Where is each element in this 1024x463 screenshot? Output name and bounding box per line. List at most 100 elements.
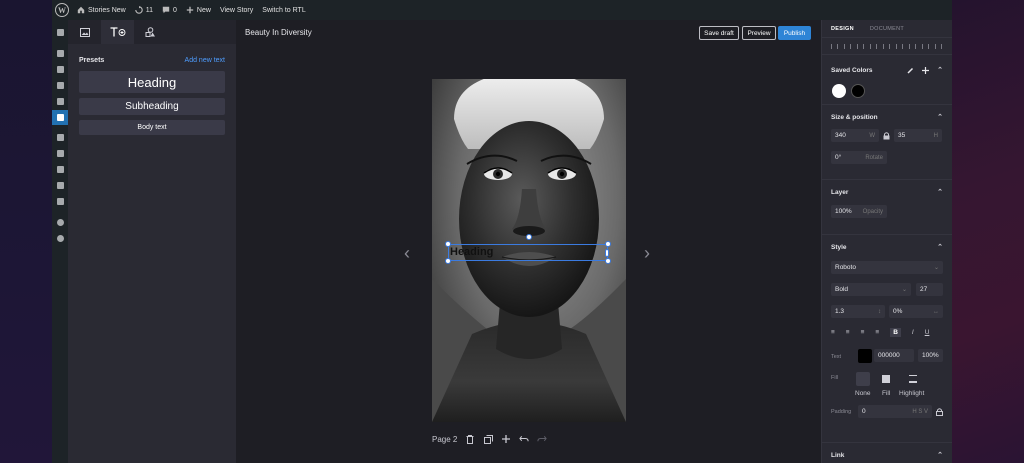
settings-icon[interactable] [55, 196, 65, 206]
fill-highlight-option[interactable] [909, 375, 917, 383]
resize-handle-top-right[interactable] [605, 241, 611, 247]
text-align-center-icon[interactable]: ≡ [846, 329, 850, 336]
appearance-icon[interactable] [55, 132, 65, 142]
updates-link[interactable]: 11 [134, 6, 153, 14]
view-story-link[interactable]: View Story [220, 7, 253, 14]
style-title: Style [831, 243, 847, 251]
width-field[interactable]: 340 W [831, 129, 879, 142]
eyedropper-icon[interactable] [907, 67, 914, 74]
tools-icon[interactable] [55, 180, 65, 190]
resize-handle-top-left[interactable] [445, 241, 451, 247]
selected-text-element[interactable]: Heading [450, 246, 493, 258]
letter-spacing-field[interactable]: 0% ↔ [889, 305, 943, 318]
rotate-field[interactable]: 0° Rotate [831, 151, 887, 164]
resize-handle-bottom-left[interactable] [445, 258, 451, 264]
collapse-menu-icon[interactable] [55, 233, 65, 243]
collapse-chevron-icon[interactable]: ⌃ [937, 451, 943, 459]
fill-fill-option[interactable] [882, 375, 890, 383]
add-page-icon[interactable] [501, 434, 511, 444]
text-add-icon [110, 27, 125, 37]
collapse-chevron-icon[interactable]: ⌃ [937, 113, 943, 121]
text-align-left-icon[interactable]: ≡ [831, 329, 835, 336]
lock-padding-icon[interactable] [936, 408, 943, 416]
preset-heading[interactable]: Heading [79, 71, 225, 93]
site-name-link[interactable]: Stories New [77, 6, 126, 14]
saved-color-white[interactable] [832, 84, 846, 98]
tab-media[interactable] [68, 20, 101, 44]
preset-body-text[interactable]: Body text [79, 120, 225, 135]
next-page-arrow[interactable]: › [644, 243, 650, 264]
font-family-select[interactable]: Roboto ⌄ [831, 261, 943, 274]
users-icon[interactable] [55, 164, 65, 174]
previous-page-arrow[interactable]: ‹ [404, 243, 410, 264]
delete-page-icon[interactable] [465, 434, 475, 444]
align-top-icon[interactable] [870, 43, 877, 49]
align-bottom-icon[interactable] [896, 43, 903, 49]
publish-button[interactable]: Publish [778, 26, 811, 40]
switch-rtl-link[interactable]: Switch to RTL [262, 7, 305, 14]
view-story-label: View Story [219, 6, 254, 14]
opacity-field[interactable]: 100% Opacity [831, 205, 887, 218]
text-color-swatch[interactable] [858, 349, 872, 363]
comments-menu-icon[interactable] [55, 96, 65, 106]
page-label: Page 2 [432, 434, 458, 444]
align-center-icon[interactable] [844, 43, 851, 49]
background-right [952, 0, 1024, 463]
collapse-chevron-icon[interactable]: ⌃ [937, 188, 943, 196]
italic-icon[interactable]: I [912, 329, 914, 336]
stories-icon[interactable] [52, 110, 68, 125]
font-weight-select[interactable]: Bold ⌄ [831, 283, 911, 296]
collapse-chevron-icon[interactable]: ⌃ [937, 66, 943, 74]
align-right-icon[interactable] [857, 43, 864, 49]
save-draft-button[interactable]: Save draft [699, 26, 739, 40]
undo-icon[interactable] [519, 434, 529, 444]
text-align-justify-icon[interactable]: ≡ [875, 329, 879, 336]
text-opacity-value: 100% [922, 352, 939, 359]
line-height-field[interactable]: 1.3 ↕ [831, 305, 885, 318]
redo-icon[interactable] [537, 434, 548, 444]
new-link[interactable]: New [186, 6, 211, 14]
padding-field[interactable]: 0 H S V [858, 405, 932, 418]
distribute-vertical-icon[interactable] [922, 43, 929, 49]
bold-icon[interactable]: B [890, 328, 901, 337]
media-icon[interactable] [55, 64, 65, 74]
story-title[interactable]: Beauty In Diversity [245, 28, 312, 37]
pages-icon[interactable] [55, 80, 65, 90]
rotate-handle[interactable] [526, 234, 532, 240]
text-color-field[interactable]: 000000 [874, 349, 914, 362]
pin-icon[interactable] [55, 48, 65, 58]
text-align-right-icon[interactable]: ≡ [861, 329, 865, 336]
align-middle-icon[interactable] [883, 43, 890, 49]
tab-text[interactable] [101, 20, 134, 44]
font-family-value: Roboto [835, 264, 856, 271]
preset-subheading[interactable]: Subheading [79, 98, 225, 115]
letter-spacing-icon: ↔ [933, 308, 939, 315]
text-opacity-field[interactable]: 100% [918, 349, 943, 362]
underline-icon[interactable]: U [925, 329, 930, 336]
resize-handle-bottom-right[interactable] [605, 258, 611, 264]
fill-none-option[interactable] [856, 372, 870, 386]
saved-color-black[interactable] [851, 84, 865, 98]
comments-link[interactable]: 0 [162, 6, 177, 14]
plugin-circle-icon[interactable] [55, 217, 65, 227]
collapse-chevron-icon[interactable]: ⌃ [937, 243, 943, 251]
font-size-field[interactable]: 27 [916, 283, 943, 296]
duplicate-page-icon[interactable] [483, 434, 493, 444]
tab-design[interactable]: DESIGN [831, 26, 854, 32]
distribute-horizontal-icon[interactable] [909, 43, 916, 49]
tab-shapes[interactable] [134, 20, 167, 44]
tab-document[interactable]: DOCUMENT [870, 26, 904, 32]
align-stretch-icon[interactable] [935, 43, 942, 49]
plugins-icon[interactable] [55, 148, 65, 158]
fill-none-label: None [855, 390, 871, 397]
width-suffix: W [869, 132, 875, 139]
add-color-icon[interactable] [922, 66, 930, 74]
preview-button[interactable]: Preview [742, 26, 776, 40]
lock-ratio-icon[interactable] [883, 132, 890, 140]
wordpress-logo-icon[interactable]: W [55, 3, 69, 17]
resize-handle-right[interactable] [605, 249, 609, 257]
add-new-text-link[interactable]: Add new text [185, 57, 225, 64]
align-left-icon[interactable] [831, 43, 838, 49]
dashboard-icon[interactable] [55, 27, 65, 37]
height-field[interactable]: 35 H [894, 129, 942, 142]
